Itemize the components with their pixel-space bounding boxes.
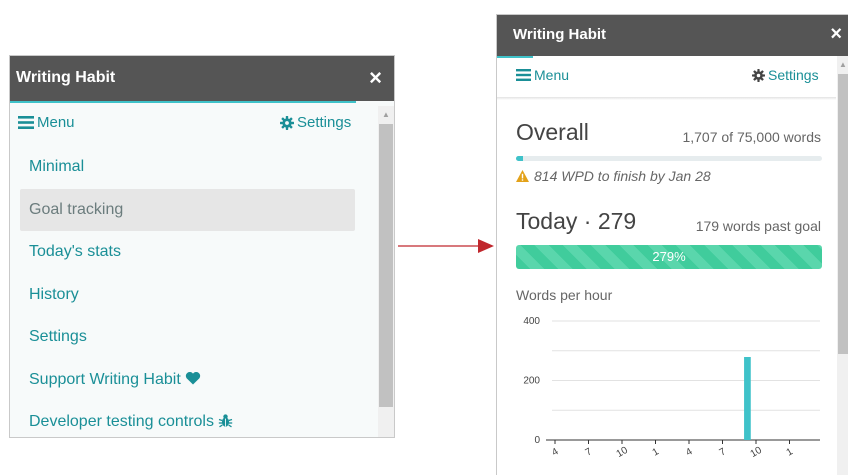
menu-bar: Menu Settings [10, 114, 394, 134]
bug-icon [219, 414, 233, 428]
menu-bar: Menu Settings [497, 67, 848, 87]
chart-bar [744, 356, 751, 440]
scroll-up-arrow-icon[interactable]: ▲ [378, 108, 394, 122]
title-bar: Writing Habit × [497, 15, 848, 56]
y-tick-label: 400 [523, 316, 540, 327]
pace-warning-text: 814 WPD to finish by Jan 28 [534, 168, 711, 184]
menu-button[interactable]: Menu [516, 67, 569, 83]
nav-item-support[interactable]: Support Writing Habit [20, 359, 355, 402]
nav-item-developer-controls[interactable]: Developer testing controls [20, 401, 355, 437]
gear-icon [280, 115, 294, 130]
x-tick-label: 10 [615, 445, 631, 460]
close-icon[interactable]: × [369, 65, 382, 91]
scrollbar-thumb[interactable] [379, 124, 393, 407]
nav-item-todays-stats[interactable]: Today's stats [20, 231, 355, 274]
settings-button[interactable]: Settings [752, 67, 819, 83]
nav-item-label: Today's stats [29, 243, 121, 260]
nav-list: Minimal Goal tracking Today's stats Hist… [20, 146, 355, 437]
nav-item-label: Goal tracking [29, 200, 124, 218]
scrollbar-thumb[interactable] [838, 74, 848, 354]
today-summary: 179 words past goal [695, 218, 821, 234]
overall-heading: Overall [516, 119, 589, 145]
x-tick-label: 4 [550, 446, 561, 459]
hamburger-icon [18, 116, 34, 129]
warning-icon [516, 170, 529, 182]
today-progress-bar: 279% [516, 245, 822, 269]
y-tick-label: 0 [534, 435, 540, 446]
scroll-up-arrow-icon[interactable]: ▲ [837, 58, 848, 72]
overall-progress-bar [516, 156, 822, 161]
menu-label: Menu [37, 114, 75, 131]
panel-title: Writing Habit [513, 26, 607, 43]
goal-tracking-panel: Writing Habit × Menu Settings Overall 1,… [496, 14, 848, 475]
nav-item-label: Support Writing Habit [29, 370, 181, 388]
scrollbar[interactable]: ▲ [378, 106, 394, 437]
today-heading: Today · 279 [516, 208, 637, 234]
menu-button[interactable]: Menu [18, 114, 75, 131]
x-tick-label: 4 [684, 446, 695, 459]
today-progress-text: 279% [652, 249, 686, 264]
menu-bar-shadow [497, 97, 836, 100]
nav-item-settings[interactable]: Settings [20, 316, 355, 359]
close-icon[interactable]: × [830, 23, 842, 46]
x-tick-label: 1 [651, 446, 662, 459]
nav-item-minimal[interactable]: Minimal [20, 146, 355, 189]
menu-panel: Writing Habit × Menu Settings Minimal Go… [9, 55, 395, 438]
nav-item-label: Settings [29, 328, 87, 345]
chart-title: Words per hour [516, 287, 613, 303]
settings-button[interactable]: Settings [280, 114, 351, 131]
gear-icon [752, 68, 765, 82]
panel-title: Writing Habit [16, 69, 116, 86]
scrollbar[interactable]: ▲ [837, 56, 848, 475]
hamburger-icon [516, 69, 531, 81]
overall-progress-fill [516, 156, 523, 161]
title-accent-line [10, 101, 356, 103]
heart-icon [186, 371, 201, 384]
nav-item-history[interactable]: History [20, 274, 355, 317]
x-tick-label: 1 [785, 446, 796, 459]
nav-item-label: Minimal [29, 158, 85, 175]
nav-item-label: Developer testing controls [29, 413, 214, 430]
nav-item-goal-tracking[interactable]: Goal tracking [20, 188, 355, 231]
overall-summary: 1,707 of 75,000 words [682, 129, 821, 145]
x-tick-label: 10 [749, 445, 765, 460]
pace-warning: 814 WPD to finish by Jan 28 [516, 168, 711, 184]
settings-label: Settings [297, 114, 352, 131]
x-tick-label: 7 [584, 446, 595, 459]
title-bar: Writing Habit × [10, 56, 394, 101]
y-tick-label: 200 [523, 376, 540, 387]
settings-label: Settings [768, 67, 819, 83]
connector-arrow [398, 239, 494, 253]
x-tick-label: 7 [718, 446, 729, 459]
title-accent-line [497, 56, 533, 58]
screenshot-stage: Writing Habit × Menu Settings Minimal Go… [0, 0, 848, 475]
nav-item-label: History [29, 285, 79, 303]
menu-label: Menu [534, 67, 570, 83]
words-per-hour-chart: 0 200 400 4 7 10 1 4 7 10 1 [523, 316, 820, 460]
